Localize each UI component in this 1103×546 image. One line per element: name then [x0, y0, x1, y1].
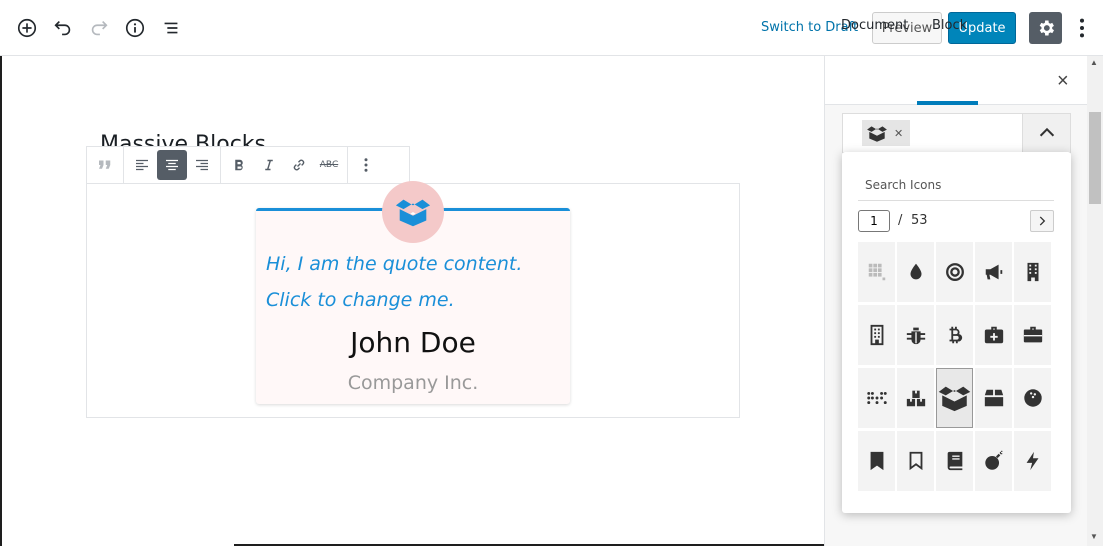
- bookmark-icon[interactable]: [858, 431, 895, 491]
- italic-icon[interactable]: [254, 150, 284, 180]
- braille-icon[interactable]: [858, 368, 895, 428]
- bullhorn-icon[interactable]: [975, 242, 1012, 302]
- quote-style-icon[interactable]: [90, 150, 120, 180]
- quote-company[interactable]: Company Inc.: [256, 372, 570, 394]
- close-icon[interactable]: ×: [1057, 70, 1069, 93]
- box-icon[interactable]: [975, 368, 1012, 428]
- box-open-icon[interactable]: [936, 368, 973, 428]
- first-aid-kit-icon[interactable]: [975, 305, 1012, 365]
- quote-content[interactable]: Hi, I am the quote content. Click to cha…: [266, 246, 566, 318]
- add-block-icon[interactable]: [13, 14, 41, 42]
- align-center-icon[interactable]: [157, 150, 187, 180]
- bowling-ball-icon[interactable]: [1014, 368, 1051, 428]
- tab-block[interactable]: Block: [932, 18, 967, 33]
- remove-icon[interactable]: ✕: [894, 127, 903, 140]
- briefcase-icon[interactable]: [1014, 305, 1051, 365]
- bold-icon[interactable]: [224, 150, 254, 180]
- book-icon[interactable]: [936, 431, 973, 491]
- more-vertical-icon[interactable]: [1072, 14, 1092, 42]
- chevron-up-icon[interactable]: [1022, 114, 1070, 152]
- bullseye-icon[interactable]: [936, 242, 973, 302]
- scroll-up-icon[interactable]: ▲: [1090, 58, 1098, 67]
- strikethrough-icon[interactable]: ABC: [314, 150, 344, 180]
- undo-icon[interactable]: [49, 14, 77, 42]
- bitcoin-icon[interactable]: [936, 305, 973, 365]
- box-open-icon: [867, 125, 887, 142]
- scrollbar-thumb[interactable]: [1089, 112, 1101, 204]
- icon-grid: [858, 242, 1054, 491]
- boxes-icon[interactable]: [897, 368, 934, 428]
- box-open-icon: [382, 181, 444, 243]
- building-outline-icon[interactable]: [858, 305, 895, 365]
- active-tab-indicator: [917, 101, 978, 105]
- gear-icon: [1039, 20, 1054, 36]
- bug-icon[interactable]: [897, 305, 934, 365]
- outline-icon[interactable]: [157, 14, 185, 42]
- align-right-icon[interactable]: [187, 150, 217, 180]
- grid-icon[interactable]: [858, 242, 895, 302]
- next-page-icon[interactable]: [1030, 210, 1054, 232]
- quote-author[interactable]: John Doe: [256, 326, 570, 359]
- info-icon[interactable]: [121, 14, 149, 42]
- settings-button[interactable]: [1029, 12, 1062, 44]
- sidebar-tabs: [825, 56, 1087, 105]
- bookmark-outline-icon[interactable]: [897, 431, 934, 491]
- align-left-icon[interactable]: [127, 150, 157, 180]
- scroll-down-icon[interactable]: ▼: [1090, 532, 1098, 541]
- bolt-icon[interactable]: [1014, 431, 1051, 491]
- page-total: 53: [911, 213, 928, 228]
- page-number-input[interactable]: [858, 210, 890, 232]
- page-separator: /: [898, 213, 903, 228]
- tab-document[interactable]: Document: [841, 18, 908, 33]
- bomb-icon[interactable]: [975, 431, 1012, 491]
- block-more-icon[interactable]: [351, 150, 381, 180]
- building-icon[interactable]: [1014, 242, 1051, 302]
- block-toolbar: ABC: [86, 146, 410, 184]
- icon-search-input[interactable]: [858, 170, 1054, 201]
- link-icon[interactable]: [284, 150, 314, 180]
- redo-icon[interactable]: [85, 14, 113, 42]
- tint-icon[interactable]: [897, 242, 934, 302]
- selected-icon-chip[interactable]: ✕: [862, 120, 910, 146]
